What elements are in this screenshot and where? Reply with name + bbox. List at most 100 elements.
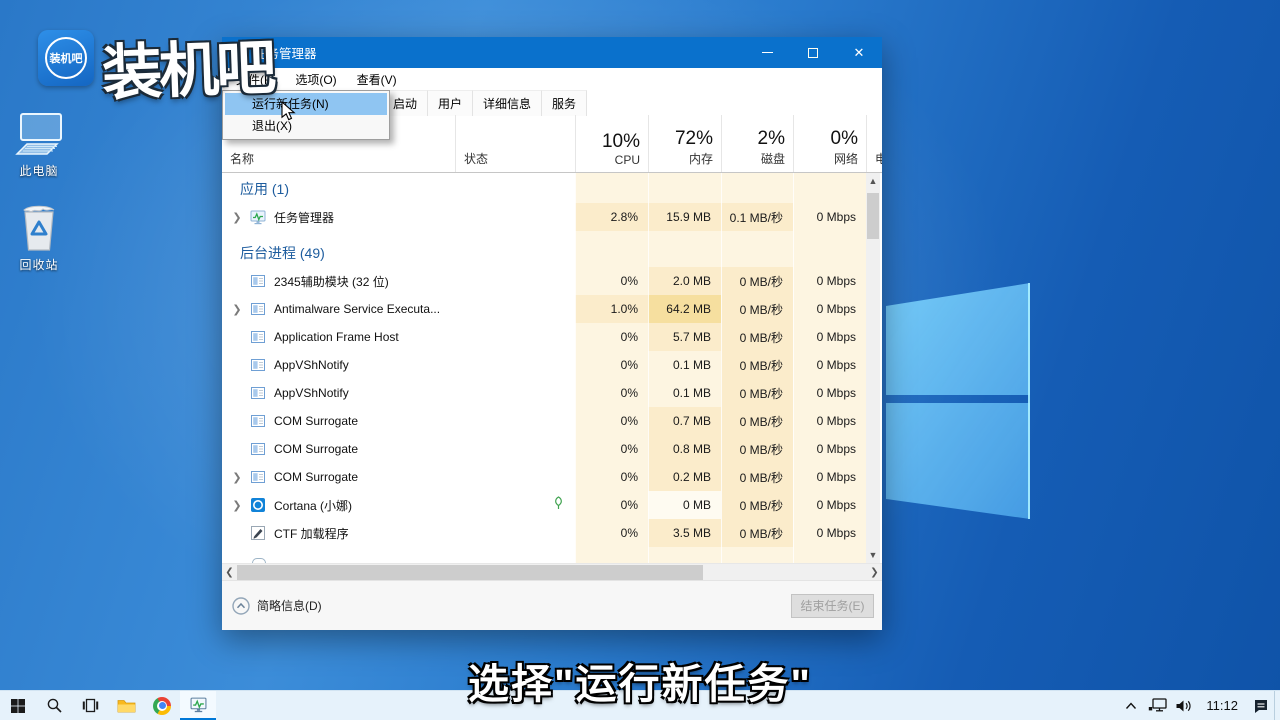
status-cell	[455, 351, 575, 379]
process-row[interactable]: ❯任务管理器2.8%15.9 MB0.1 MB/秒0 Mbps	[222, 203, 882, 231]
generic-process-icon	[250, 385, 266, 401]
generic-process-icon	[250, 441, 266, 457]
process-table: 应用 (1) ❯任务管理器2.8%15.9 MB0.1 MB/秒0 Mbps后台进…	[222, 173, 882, 563]
network-cell: 0 Mbps	[793, 379, 866, 407]
network-cell	[793, 231, 866, 267]
memory-cell: 0.8 MB	[648, 435, 721, 463]
scroll-left-arrow-icon[interactable]: ❮	[222, 564, 237, 580]
tab-3[interactable]: 服务	[542, 90, 587, 116]
memory-cell	[648, 547, 721, 563]
power-label: 电	[867, 150, 882, 172]
column-header-network[interactable]: 0% 网络	[793, 115, 866, 172]
group-header-row[interactable]: 后台进程 (49)	[222, 231, 882, 267]
process-row[interactable]: ❯AppVShNotify0%0.1 MB0 MB/秒0 Mbps	[222, 379, 882, 407]
expand-chevron-icon[interactable]: ❯	[230, 303, 244, 316]
process-name: 2345辅助模块 (32 位)	[274, 273, 389, 290]
column-header-status[interactable]: 状态	[455, 115, 575, 172]
horizontal-scrollbar[interactable]: ❮ ❯	[222, 563, 882, 580]
column-header-memory[interactable]: 72% 内存	[648, 115, 721, 172]
process-row[interactable]: ❯Application Frame Host0%5.7 MB0 MB/秒0 M…	[222, 323, 882, 351]
memory-cell: 64.2 MB	[648, 295, 721, 323]
network-cell	[793, 173, 866, 203]
column-header-disk[interactable]: 2% 磁盘	[721, 115, 793, 172]
group-header-row[interactable]: 应用 (1)	[222, 173, 882, 203]
column-header-power-partial[interactable]: 电	[866, 115, 882, 172]
disk-cell: 0 MB/秒	[721, 379, 793, 407]
network-cell: 0 Mbps	[793, 267, 866, 295]
process-row[interactable]: ❯AppVShNotify0%0.1 MB0 MB/秒0 Mbps	[222, 351, 882, 379]
process-row[interactable]: ❯COM Surrogate0%0.2 MB0 MB/秒0 Mbps	[222, 463, 882, 491]
network-total-percent: 0%	[831, 128, 866, 150]
expand-chevron-icon[interactable]: ❯	[230, 471, 244, 484]
network-cell: 0 Mbps	[793, 351, 866, 379]
menu-item-2[interactable]: 查看(V)	[347, 68, 407, 91]
process-row[interactable]: ❯COM Surrogate0%0.7 MB0 MB/秒0 Mbps	[222, 407, 882, 435]
close-button[interactable]: ✕	[836, 37, 882, 68]
expand-chevron-icon[interactable]: ❯	[230, 211, 244, 224]
minimize-button[interactable]	[744, 37, 790, 68]
cpu-cell	[575, 547, 648, 563]
vertical-scrollbar[interactable]: ▲▼	[866, 173, 880, 563]
scroll-right-arrow-icon[interactable]: ❯	[867, 564, 882, 580]
cpu-cell: 0%	[575, 379, 648, 407]
generic-process-icon	[250, 273, 266, 289]
column-header-cpu[interactable]: 10% CPU	[575, 115, 648, 172]
process-row[interactable]: ❯COM Surrogate0%0.8 MB0 MB/秒0 Mbps	[222, 435, 882, 463]
cpu-cell: 0%	[575, 519, 648, 547]
tab-1[interactable]: 用户	[428, 90, 473, 116]
process-name: Cortana (小娜)	[274, 497, 352, 514]
wallpaper-windows-logo	[878, 268, 1048, 528]
disk-cell: 0 MB/秒	[721, 463, 793, 491]
process-row[interactable]: ❯CTF 加载程序0%3.5 MB0 MB/秒0 Mbps	[222, 519, 882, 547]
file-menu-item-1[interactable]: 退出(X)	[225, 115, 387, 137]
cpu-label: CPU	[607, 153, 648, 172]
status-cell	[455, 379, 575, 407]
memory-cell	[648, 173, 721, 203]
process-name: CTF 加载程序	[274, 525, 349, 542]
process-row[interactable]: ❯Antimalware Service Executa...1.0%64.2 …	[222, 295, 882, 323]
cpu-cell: 0%	[575, 463, 648, 491]
this-pc-icon	[4, 108, 74, 158]
cpu-cell: 0%	[575, 491, 648, 519]
titlebar[interactable]: 任务管理器 ✕	[222, 37, 882, 68]
network-cell: 0 Mbps	[793, 435, 866, 463]
maximize-button[interactable]	[790, 37, 836, 68]
close-icon: ✕	[854, 46, 865, 59]
desktop-icon-this-pc[interactable]: 此电脑	[4, 108, 74, 179]
status-cell	[455, 463, 575, 491]
scroll-down-arrow-icon[interactable]: ▼	[866, 547, 880, 563]
task-manager-window: 任务管理器 ✕ 文件(F)选项(O)查看(V) 启动用户详细信息服务 名称 状态…	[222, 37, 882, 630]
memory-cell: 3.5 MB	[648, 519, 721, 547]
status-cell	[455, 519, 575, 547]
disk-cell: 0 MB/秒	[721, 323, 793, 351]
process-row[interactable]: ❯2345辅助模块 (32 位)0%2.0 MB0 MB/秒0 Mbps	[222, 267, 882, 295]
menu-item-1[interactable]: 选项(O)	[285, 68, 346, 91]
expand-chevron-icon[interactable]: ❯	[230, 499, 244, 512]
mouse-cursor	[281, 101, 296, 127]
network-cell: 0 Mbps	[793, 407, 866, 435]
network-cell: 0 Mbps	[793, 203, 866, 231]
tab-2[interactable]: 详细信息	[473, 90, 542, 116]
status-cell	[455, 491, 575, 519]
ctf-process-icon	[250, 525, 266, 541]
scroll-up-arrow-icon[interactable]: ▲	[866, 173, 880, 189]
cpu-cell: 0%	[575, 323, 648, 351]
status-cell	[455, 267, 575, 295]
horizontal-scrollbar-thumb[interactable]	[237, 565, 703, 580]
cpu-cell: 1.0%	[575, 295, 648, 323]
details-toggle[interactable]: 简略信息(D)	[232, 597, 322, 615]
network-cell: 0 Mbps	[793, 295, 866, 323]
disk-cell	[721, 231, 793, 267]
network-cell	[793, 547, 866, 563]
process-name: AppVShNotify	[274, 386, 349, 400]
vertical-scrollbar-thumb[interactable]	[867, 193, 879, 239]
cpu-cell	[575, 231, 648, 267]
suspended-leaf-icon	[552, 496, 565, 515]
process-row[interactable]: ❯Cortana (小娜)0%0 MB0 MB/秒0 Mbps	[222, 491, 882, 519]
status-cell	[455, 173, 575, 203]
desktop-icon-recycle-bin[interactable]: 回收站	[4, 202, 74, 273]
memory-cell	[648, 231, 721, 267]
group-label: 应用 (1)	[222, 179, 289, 199]
end-task-button[interactable]: 结束任务(E)	[791, 594, 874, 618]
disk-cell	[721, 173, 793, 203]
